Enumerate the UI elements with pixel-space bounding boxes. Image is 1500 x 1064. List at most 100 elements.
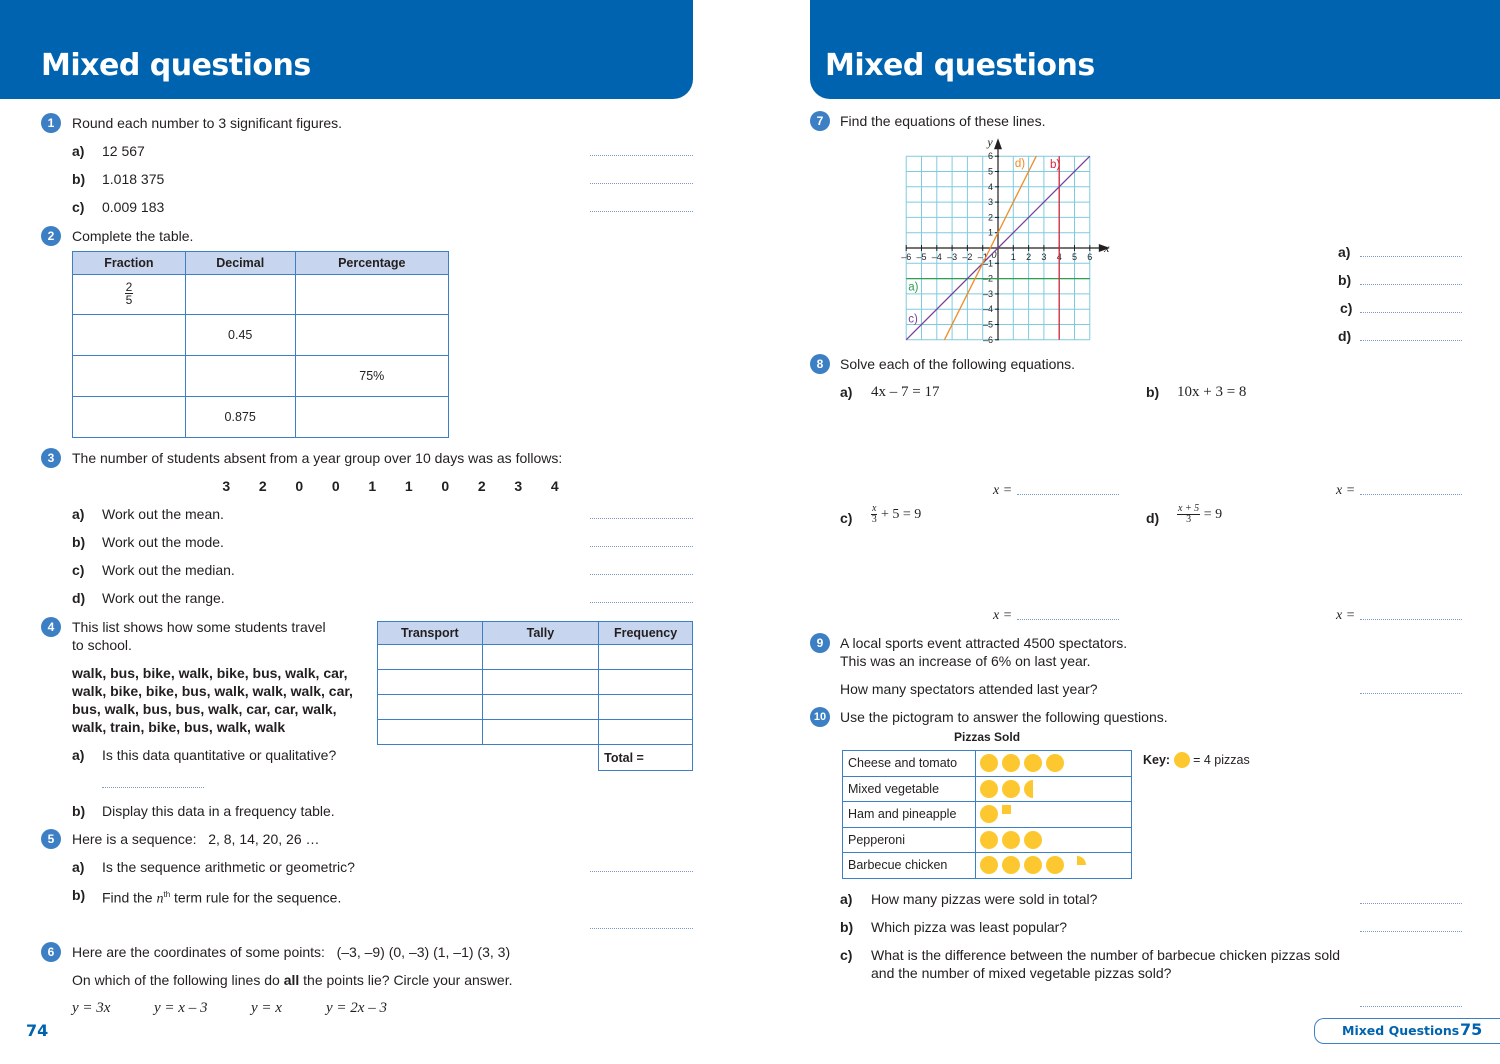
q3-c-answer-line[interactable] [590, 574, 693, 575]
table-row: 0.875 [72, 396, 450, 438]
q1-c-answer-line[interactable] [590, 211, 693, 212]
question-2-badge: 2 [41, 226, 61, 246]
frequency-table: Transport Tally Frequency Total = [377, 621, 693, 771]
absence-value: 3 [222, 478, 231, 494]
question-5-badge: 5 [41, 829, 61, 849]
table-cell-input[interactable] [481, 719, 600, 745]
question-10-badge: 10 [810, 707, 830, 727]
q7-a-answer-line[interactable] [1360, 256, 1462, 257]
table-cell-input[interactable] [481, 669, 600, 695]
q9-answer-line[interactable] [1360, 693, 1462, 694]
q3-part-b-label: b) [72, 534, 86, 550]
q8-a-answer-line[interactable] [1017, 494, 1119, 495]
table-cell-input[interactable] [294, 314, 450, 356]
q7-b-answer-line[interactable] [1360, 284, 1462, 285]
question-5-text: Here is a sequence: 2, 8, 14, 20, 26 … [72, 831, 320, 847]
q8-part-a-equation: 4x – 7 = 17 [871, 384, 940, 400]
pizza-icon [1024, 856, 1042, 875]
table-cell-input[interactable] [184, 355, 296, 397]
q10-part-c-label: c) [840, 947, 853, 963]
q8-c-answer-line[interactable] [1017, 619, 1119, 620]
table-row: 25 [72, 274, 450, 315]
table-cell-input[interactable] [377, 694, 483, 720]
pictogram-key: Key: = 4 pizzas [1143, 752, 1250, 768]
x-tick-label: –5 [916, 252, 926, 262]
q10-part-a-label: a) [840, 891, 853, 907]
q10-a-answer-line[interactable] [1360, 903, 1462, 904]
q8-c-answer-prefix: x = [993, 608, 1013, 623]
table-cell-input[interactable] [377, 719, 483, 745]
question-7-badge: 7 [810, 111, 830, 131]
y-tick-label: 3 [988, 197, 993, 207]
line-option-4[interactable]: y = 2x – 3 [326, 999, 387, 1017]
table-cell-input[interactable] [377, 644, 483, 670]
total-cell[interactable]: Total = [598, 744, 693, 771]
q4-part-b-label: b) [72, 803, 86, 819]
q5-a-answer-line[interactable] [590, 871, 693, 872]
q8-part-b-label: b) [1146, 384, 1160, 400]
y-tick-label: 1 [988, 228, 993, 238]
table-header: Decimal [184, 251, 296, 275]
pictogram-category: Barbecue chicken [842, 852, 976, 879]
q7-c-answer-line[interactable] [1360, 312, 1462, 313]
q8-b-answer-line[interactable] [1360, 494, 1462, 495]
q10-part-c-line-2: and the number of mixed vegetable pizzas… [871, 965, 1172, 981]
question-4-badge: 4 [41, 617, 61, 637]
line-option-2[interactable]: y = x – 3 [154, 999, 207, 1017]
q7-answer-label-c: c) [1340, 300, 1353, 316]
table-cell-input[interactable] [294, 396, 450, 438]
q8-d-answer-line[interactable] [1360, 619, 1462, 620]
table-header: Frequency [598, 621, 693, 645]
table-cell-input[interactable] [72, 355, 186, 397]
table-cell-input[interactable] [377, 669, 483, 695]
question-1-text: Round each number to 3 significant figur… [72, 115, 343, 131]
pizza-icon [1002, 779, 1020, 798]
q1-b-answer-line[interactable] [590, 183, 693, 184]
line-option-3[interactable]: y = x [251, 999, 282, 1017]
q5-b-answer-line[interactable] [590, 928, 693, 929]
line-option-1[interactable]: y = 3x [72, 999, 110, 1017]
q8-part-c-equation: x3 + 5 = 9 [871, 503, 922, 525]
q10-c-answer-line[interactable] [1360, 1006, 1462, 1007]
q8-part-d-label: d) [1146, 510, 1160, 526]
q3-b-answer-line[interactable] [590, 546, 693, 547]
question-6-instruction: On which of the following lines do all t… [72, 972, 513, 988]
q3-a-answer-line[interactable] [590, 518, 693, 519]
q1-a-answer-line[interactable] [590, 155, 693, 156]
q10-b-answer-line[interactable] [1360, 931, 1462, 932]
x-tick-label: –2 [962, 252, 972, 262]
table-cell-input[interactable] [598, 694, 693, 720]
q7-d-answer-line[interactable] [1360, 340, 1462, 341]
left-page-number: 74 [26, 1021, 49, 1040]
table-cell-input[interactable] [294, 274, 450, 315]
table-row-total: Total = [378, 744, 693, 771]
q1-part-a-value: 12 567 [102, 143, 145, 159]
pictogram-icons [975, 826, 1132, 853]
question-8-text: Solve each of the following equations. [840, 356, 1076, 372]
q3-d-answer-line[interactable] [590, 602, 693, 603]
pizza-icon [1002, 856, 1020, 875]
table-cell-input[interactable] [72, 396, 186, 438]
right-page-title: Mixed questions [825, 48, 1095, 83]
table-cell-input[interactable] [598, 669, 693, 695]
table-cell-input[interactable] [481, 644, 600, 670]
table-cell-input[interactable] [184, 274, 296, 315]
fraction-two-fifths: 25 [124, 280, 134, 307]
y-axis-arrow-icon [994, 138, 1002, 150]
q4-a-answer-line[interactable] [102, 787, 204, 788]
left-page-header: Mixed questions [0, 0, 693, 99]
absence-value: 0 [295, 478, 304, 494]
table-cell-input[interactable] [72, 314, 186, 356]
table-row [377, 644, 693, 670]
table-cell-input[interactable] [481, 694, 600, 720]
right-page-number: 75 [1460, 1020, 1483, 1039]
table-cell-input[interactable] [598, 644, 693, 670]
q1-part-c-label: c) [72, 199, 85, 215]
question-4-text-line-2: to school. [72, 637, 132, 653]
table-cell-input[interactable] [598, 719, 693, 745]
table-header: Fraction [72, 251, 186, 275]
q7-answer-label-d: d) [1338, 328, 1352, 344]
q1-part-b-label: b) [72, 171, 86, 187]
line-label-a: a) [908, 281, 918, 293]
question-9-line-2: This was an increase of 6% on last year. [840, 653, 1091, 669]
